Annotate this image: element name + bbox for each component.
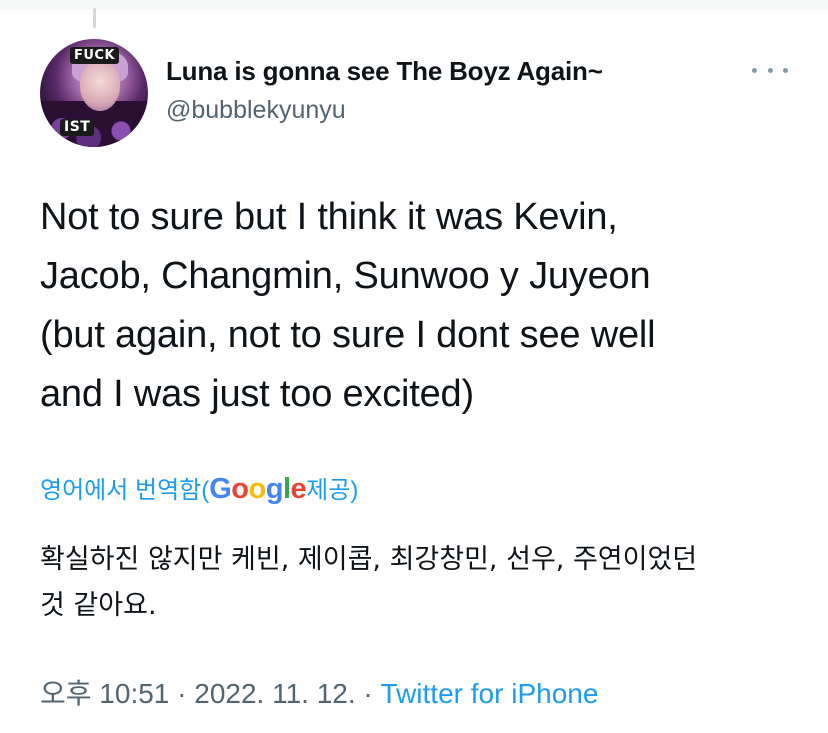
avatar-face xyxy=(80,61,120,111)
translated-text-line: 것 같아요. xyxy=(40,590,157,621)
tweet-timestamp[interactable]: 오후 10:51 · 2022. 11. 12. · xyxy=(40,678,381,709)
more-dots-icon xyxy=(752,67,757,73)
google-logo-letter: e xyxy=(290,473,307,505)
tweet-text-line: and I was just too excited) xyxy=(40,373,474,415)
tweet-source-link[interactable]: Twitter for iPhone xyxy=(381,678,599,709)
thread-connector-line xyxy=(93,8,96,28)
avatar-badge-bottom: IST xyxy=(60,119,95,136)
translation-attribution-link[interactable]: 영어에서 번역함( Google 제공) xyxy=(40,470,358,506)
google-logo-letter: l xyxy=(282,473,291,505)
translation-label-prefix: 영어에서 번역함( xyxy=(40,477,210,504)
google-logo: Google xyxy=(209,473,306,506)
google-logo-letter: o xyxy=(231,473,249,505)
avatar[interactable]: FUCK IST xyxy=(40,39,148,147)
tweet-text-line: (but again, not to sure I dont see well xyxy=(40,314,656,356)
tweet-text-line: Jacob, Changmin, Sunwoo y Juyeon xyxy=(40,255,651,297)
translated-text: 확실하진 않지만 케빈, 제이콥, 최강창민, 선우, 주연이었던 것 같아요. xyxy=(40,537,800,629)
translation-label-suffix: 제공) xyxy=(306,477,359,504)
tweet-text-line: Not to sure but I think it was Kevin, xyxy=(40,196,618,238)
google-logo-letter: o xyxy=(248,473,267,505)
more-options-button[interactable] xyxy=(752,58,788,82)
author-handle[interactable]: @bubblekyunyu xyxy=(166,96,346,125)
more-dots-icon xyxy=(767,67,773,73)
google-logo-letter: G xyxy=(209,473,232,505)
tweet-meta: 오후 10:51 · 2022. 11. 12. · Twitter for i… xyxy=(40,672,598,712)
avatar-badge-top: FUCK xyxy=(70,47,120,64)
more-dots-icon xyxy=(783,67,788,73)
author-display-name[interactable]: Luna is gonna see The Boyz Again~ xyxy=(166,56,603,87)
translated-text-line: 확실하진 않지만 케빈, 제이콥, 최강창민, 선우, 주연이었던 xyxy=(40,544,698,575)
google-logo-letter: g xyxy=(265,473,284,505)
tweet-text: Not to sure but I think it was Kevin, Ja… xyxy=(40,188,800,424)
top-divider xyxy=(0,0,828,10)
